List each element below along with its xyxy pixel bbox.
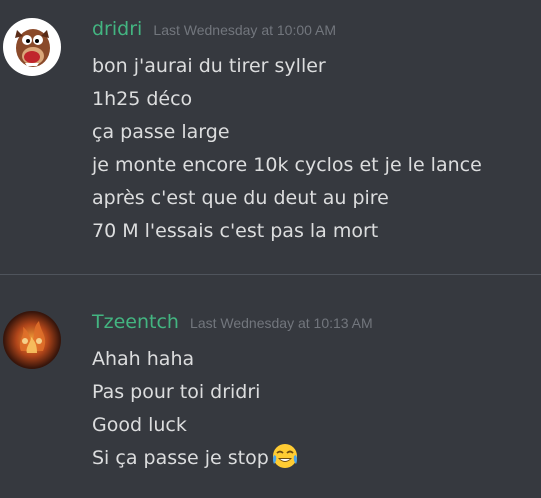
message-line: Ahah haha — [92, 348, 195, 370]
message-line: 1h25 déco — [92, 88, 193, 110]
message-line: après c'est que du deut au pire — [92, 187, 389, 209]
message-line: 70 M l'essais c'est pas la mort — [92, 220, 379, 242]
username[interactable]: Tzeentch — [92, 311, 179, 333]
message-line: bon j'aurai du tirer syller — [92, 55, 326, 77]
message-line: ça passe large — [92, 121, 230, 143]
message-divider — [0, 274, 541, 275]
message-line: Good luck — [92, 414, 187, 436]
timestamp[interactable]: Last Wednesday at 10:00 AM — [153, 22, 336, 38]
message-header: dridri Last Wednesday at 10:00 AM — [92, 18, 336, 44]
avatar[interactable] — [3, 311, 61, 369]
message-body: Ahah haha Pas pour toi dridri Good luck … — [92, 343, 299, 475]
message-line: Si ça passe je stop — [92, 442, 299, 475]
message-header: Tzeentch Last Wednesday at 10:13 AM — [92, 311, 373, 337]
message-line-text: Si ça passe je stop — [92, 447, 269, 469]
fire-avatar-icon — [3, 311, 61, 369]
message-line: Pas pour toi dridri — [92, 381, 261, 403]
face-with-tears-of-joy-emoji-icon — [271, 442, 299, 470]
avatar[interactable] — [3, 18, 61, 76]
message-body: bon j'aurai du tirer syller 1h25 déco ça… — [92, 50, 482, 248]
taz-avatar-icon — [3, 18, 61, 76]
message-line: je monte encore 10k cyclos et je le lanc… — [92, 154, 482, 176]
username[interactable]: dridri — [92, 18, 142, 40]
timestamp[interactable]: Last Wednesday at 10:13 AM — [190, 315, 373, 331]
